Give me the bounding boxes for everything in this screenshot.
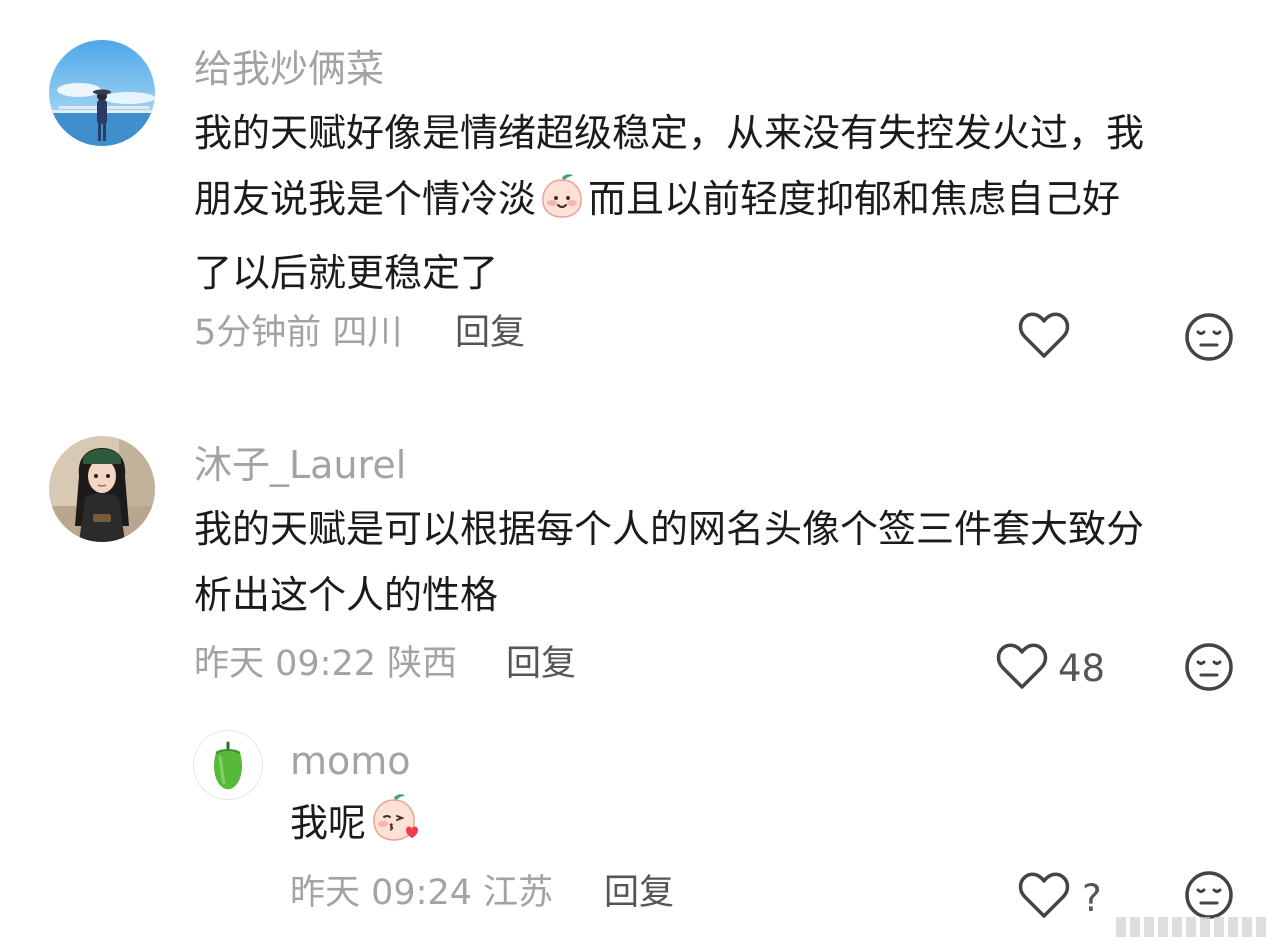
reply-item: momo 我呢 昨天 09:24 江苏 回复 ? <box>0 720 1284 951</box>
comment-text-line: 我的天赋好像是情绪超级稳定，从来没有失控发火过，我 <box>194 111 1145 155</box>
reply-button[interactable]: 回复 <box>604 876 674 911</box>
heart-outline-icon <box>1018 872 1070 918</box>
neutral-face-icon <box>1185 643 1233 691</box>
reply-button[interactable]: 回复 <box>455 316 525 351</box>
heart-outline-icon <box>996 643 1048 689</box>
comment-text: 我呢 <box>290 790 422 864</box>
comment-item: 沐子_Laurel 我的天赋是可以根据每个人的网名头像个签三件套大致分 析出这个… <box>0 400 1284 720</box>
comment-text-segment: 我呢 <box>290 801 367 845</box>
like-button[interactable] <box>1018 312 1070 360</box>
comment-meta: 5分钟前 四川 <box>194 313 403 353</box>
comment-text-line: 我呢 <box>290 790 422 864</box>
comment-text-segment: 朋友说我是个情冷淡 <box>194 177 537 221</box>
comment-text: 我的天赋是可以根据每个人的网名头像个签三件套大致分 析出这个人的性格 <box>194 496 1144 628</box>
peach-smile-emoji-icon <box>538 172 586 240</box>
peach-kiss-emoji-icon <box>368 792 420 864</box>
comment-meta: 昨天 09:24 江苏 <box>290 873 554 913</box>
watermark <box>1116 917 1266 937</box>
username[interactable]: momo <box>290 742 411 780</box>
username[interactable]: 给我炒俩菜 <box>194 50 384 88</box>
like-button[interactable] <box>1018 872 1070 920</box>
neutral-face-icon <box>1185 313 1233 361</box>
like-button[interactable] <box>996 643 1048 691</box>
heart-outline-icon <box>1018 312 1070 358</box>
comment-text-line: 析出这个人的性格 <box>194 573 499 617</box>
username[interactable]: 沐子_Laurel <box>194 446 406 484</box>
comment-text-line: 我的天赋是可以根据每个人的网名头像个签三件套大致分 <box>194 507 1145 551</box>
like-count: ? <box>1082 877 1102 920</box>
avatar-image <box>49 436 155 542</box>
comment-text-line: 了以后就更稳定了 <box>194 251 499 295</box>
neutral-face-icon <box>1185 871 1233 919</box>
reply-button[interactable]: 回复 <box>506 647 576 682</box>
avatar-image <box>49 40 155 146</box>
comment-item: 给我炒俩菜 我的天赋好像是情绪超级稳定，从来没有失控发火过，我 朋友说我是个情冷… <box>0 0 1284 400</box>
avatar[interactable] <box>49 436 155 542</box>
comment-text-segment: 而且以前轻度抑郁和焦虑自己好 <box>588 177 1121 221</box>
dislike-button[interactable] <box>1184 312 1234 362</box>
avatar[interactable] <box>49 40 155 146</box>
like-count: 48 <box>1058 647 1106 690</box>
comment-text-line: 朋友说我是个情冷淡 而且以前轻度抑郁和焦虑自己好 <box>194 166 1144 240</box>
avatar[interactable] <box>193 730 263 800</box>
comment-meta: 昨天 09:22 陕西 <box>194 644 458 684</box>
comment-text: 我的天赋好像是情绪超级稳定，从来没有失控发火过，我 朋友说我是个情冷淡 而且以前… <box>194 100 1144 306</box>
green-pepper-icon <box>214 741 242 790</box>
dislike-button[interactable] <box>1184 870 1234 920</box>
dislike-button[interactable] <box>1184 642 1234 692</box>
